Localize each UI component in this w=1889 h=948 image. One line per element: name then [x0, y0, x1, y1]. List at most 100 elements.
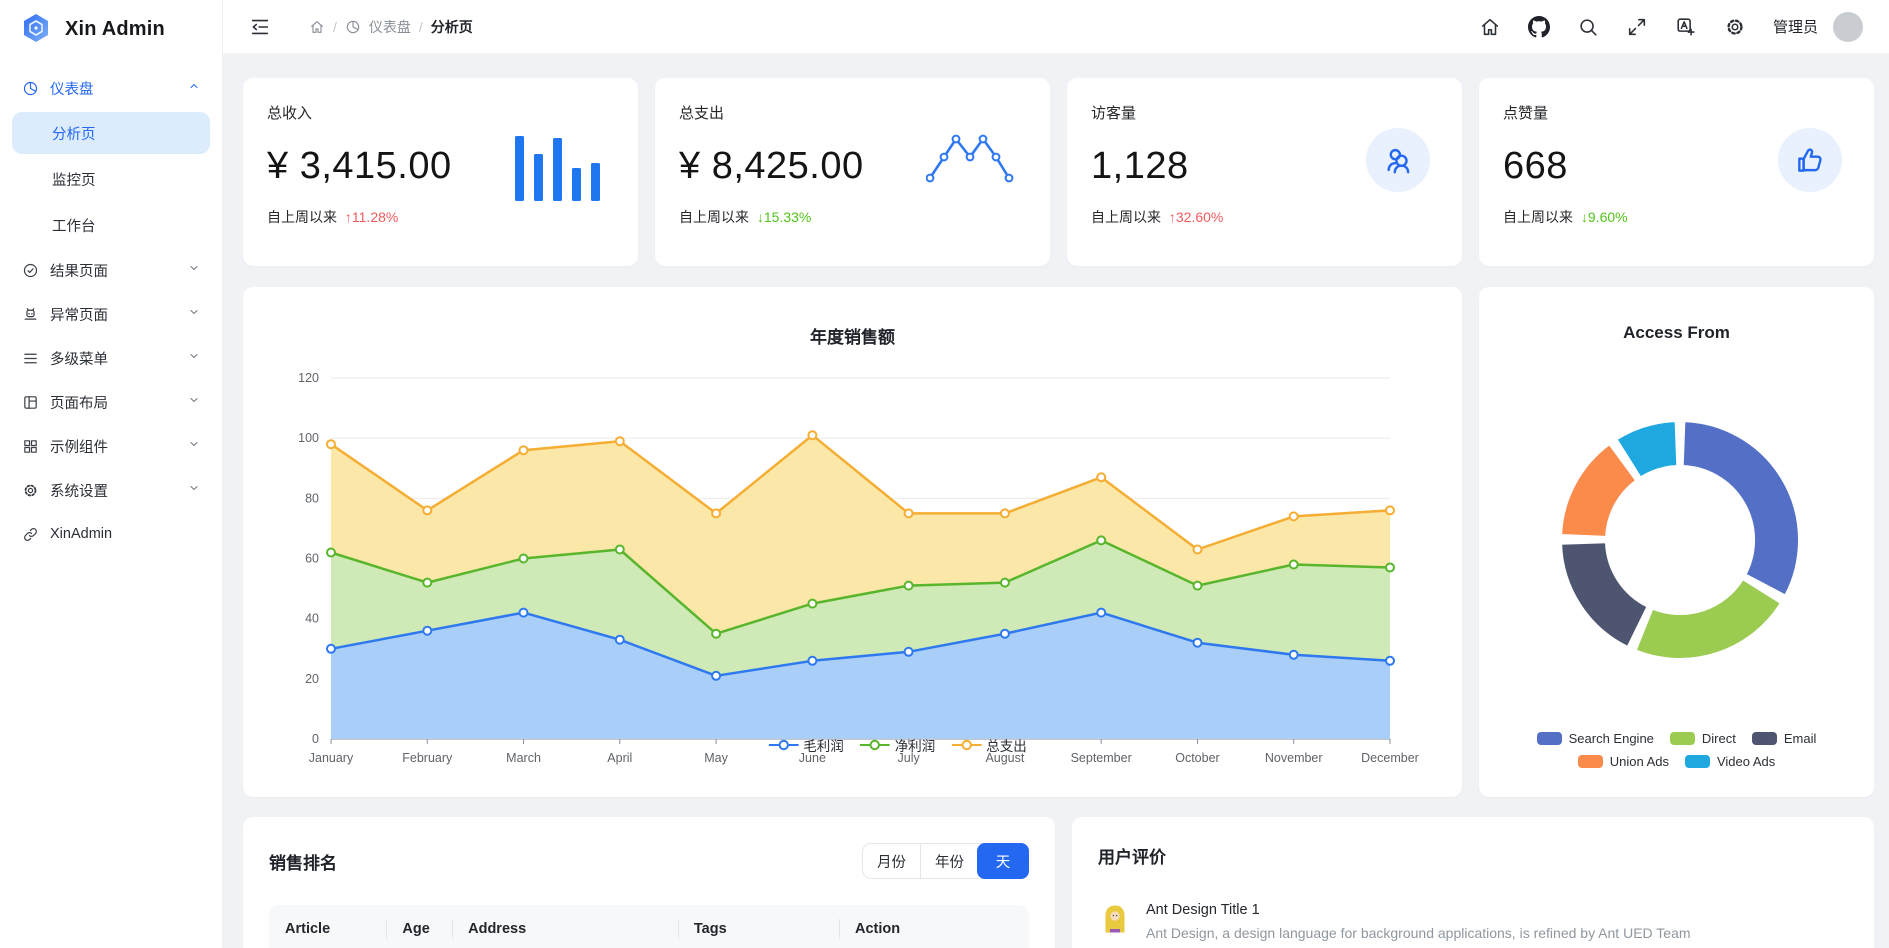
svg-text:November: November — [1265, 751, 1323, 765]
link-icon — [22, 526, 39, 543]
sidebar-item-label: 结果页面 — [50, 260, 108, 281]
svg-text:40: 40 — [305, 612, 319, 626]
access-from-card: Access From Search Engine Direct Email U… — [1479, 287, 1874, 797]
chevron-up-icon — [188, 80, 200, 96]
app-logo-row[interactable]: Xin Admin — [0, 0, 222, 58]
stat-delta: ↓9.60% — [1581, 209, 1628, 225]
legend-item[interactable]: 总支出 — [951, 735, 1027, 755]
pie-chart-icon — [22, 80, 39, 97]
segmented-control: 月份 年份 天 — [862, 843, 1029, 879]
fullscreen-icon[interactable] — [1626, 16, 1648, 38]
stat-since-label: 自上周以来 — [1503, 209, 1573, 225]
svg-text:December: December — [1361, 751, 1419, 765]
list-item: Ant Design Title 1 Ant Design, a design … — [1098, 902, 1848, 941]
table-column-article: Article — [269, 921, 386, 937]
sidebar-item-dashboard[interactable]: 仪表盘 — [12, 68, 210, 108]
app-title: Xin Admin — [65, 18, 165, 41]
gear-icon — [22, 482, 39, 499]
sidebar-subitem-workbench[interactable]: 工作台 — [12, 204, 210, 246]
legend-item[interactable]: Direct — [1670, 731, 1736, 746]
menu-fold-icon[interactable] — [249, 16, 271, 38]
legend-marker-icon — [951, 739, 981, 751]
legend-item[interactable]: Search Engine — [1537, 731, 1654, 746]
area-chart-legend: 毛利润 净利润 总支出 — [768, 735, 1027, 755]
tab-month[interactable]: 月份 — [863, 844, 920, 878]
github-icon[interactable] — [1528, 16, 1550, 38]
stat-delta: ↑32.60% — [1169, 209, 1223, 225]
svg-text:January: January — [309, 751, 354, 765]
sidebar-item-label: 示例组件 — [50, 436, 108, 457]
gear-icon[interactable] — [1724, 16, 1746, 38]
svg-text:April: April — [607, 751, 632, 765]
sidebar-item-multilevel-menu[interactable]: 多级菜单 — [12, 338, 210, 378]
table-column-age: Age — [386, 921, 452, 937]
legend-swatch — [1752, 732, 1777, 746]
sidebar-item-system-settings[interactable]: 系统设置 — [12, 470, 210, 510]
subitem-label: 工作台 — [52, 215, 96, 236]
sidebar-subitem-analysis[interactable]: 分析页 — [12, 112, 210, 154]
sidebar-item-result-pages[interactable]: 结果页面 — [12, 250, 210, 290]
subitem-label: 监控页 — [52, 169, 96, 190]
legend-label: 毛利润 — [803, 735, 844, 755]
legend-item[interactable]: 净利润 — [860, 735, 936, 755]
stat-label: 点赞量 — [1503, 102, 1850, 123]
home-icon[interactable] — [1479, 16, 1501, 38]
stat-card-total-expense: 总支出 ¥ 8,425.00 自上周以来 ↓15.33% — [655, 78, 1050, 266]
bottom-row: 销售排名 月份 年份 天 Article Age Address Tags Ac… — [243, 817, 1874, 948]
stat-card-total-revenue: 总收入 ¥ 3,415.00 自上周以来 ↑11.28% — [243, 78, 638, 266]
user-reviews-card: 用户评价 Ant Design Title 1 Ant Design, a de… — [1072, 817, 1874, 948]
stat-footer: 自上周以来 ↓9.60% — [1503, 207, 1850, 227]
translate-icon[interactable] — [1675, 16, 1697, 38]
stat-card-likes: 点赞量 668 自上周以来 ↓9.60% — [1479, 78, 1874, 266]
legend-label: Video Ads — [1717, 754, 1775, 769]
stat-footer: 自上周以来 ↑32.60% — [1091, 207, 1438, 227]
stat-since-label: 自上周以来 — [1091, 209, 1161, 225]
stat-label: 访客量 — [1091, 102, 1438, 123]
check-circle-icon — [22, 262, 39, 279]
sidebar-item-exception-pages[interactable]: 异常页面 — [12, 294, 210, 334]
breadcrumb-section[interactable]: 仪表盘 — [369, 17, 411, 37]
annual-sales-card: 020406080100120JanuaryFebruaryMarchApril… — [243, 287, 1462, 797]
legend-item[interactable]: 毛利润 — [768, 735, 844, 755]
avatar[interactable] — [1833, 12, 1863, 42]
chevron-down-icon — [188, 394, 200, 410]
legend-item[interactable]: Email — [1752, 731, 1817, 746]
legend-marker-icon — [768, 739, 798, 751]
tab-day[interactable]: 天 — [977, 843, 1029, 879]
chevron-down-icon — [188, 482, 200, 498]
legend-item[interactable]: Video Ads — [1685, 754, 1775, 769]
team-icon — [1382, 144, 1414, 176]
tab-year[interactable]: 年份 — [920, 844, 978, 878]
bar-sparkline — [515, 136, 600, 201]
line-sparkline — [926, 134, 1014, 191]
svg-text:March: March — [506, 751, 541, 765]
sidebar: Xin Admin 仪表盘 分析页 监控页 工作台 结果页面 — [0, 0, 223, 948]
legend-swatch — [1670, 732, 1695, 746]
sidebar-item-example-components[interactable]: 示例组件 — [12, 426, 210, 466]
avatar — [1098, 902, 1132, 936]
svg-text:60: 60 — [305, 552, 319, 566]
home-icon[interactable] — [309, 19, 325, 35]
legend-label: Direct — [1702, 731, 1736, 746]
svg-text:20: 20 — [305, 672, 319, 686]
svg-text:120: 120 — [298, 371, 319, 385]
search-icon[interactable] — [1577, 16, 1599, 38]
sidebar-item-xinadmin-link[interactable]: XinAdmin — [12, 514, 210, 554]
user-name[interactable]: 管理员 — [1773, 16, 1818, 37]
layout-icon — [22, 394, 39, 411]
sidebar-item-page-layout[interactable]: 页面布局 — [12, 382, 210, 422]
card-title: 用户评价 — [1098, 843, 1848, 868]
legend-item[interactable]: Union Ads — [1578, 754, 1669, 769]
sidebar-subitem-monitor[interactable]: 监控页 — [12, 158, 210, 200]
sidebar-item-label: XinAdmin — [50, 526, 112, 542]
legend-label: 总支出 — [986, 735, 1027, 755]
chart-title: 年度销售额 — [243, 323, 1462, 348]
menu-lines-icon — [22, 350, 39, 367]
charts-row: 020406080100120JanuaryFebruaryMarchApril… — [243, 287, 1874, 797]
stat-label: 总支出 — [679, 102, 1026, 123]
sidebar-item-label: 多级菜单 — [50, 348, 108, 369]
table-column-action: Action — [839, 921, 1029, 937]
legend-swatch — [1578, 755, 1603, 769]
chevron-down-icon — [188, 262, 200, 278]
sales-rank-card: 销售排名 月份 年份 天 Article Age Address Tags Ac… — [243, 817, 1055, 948]
